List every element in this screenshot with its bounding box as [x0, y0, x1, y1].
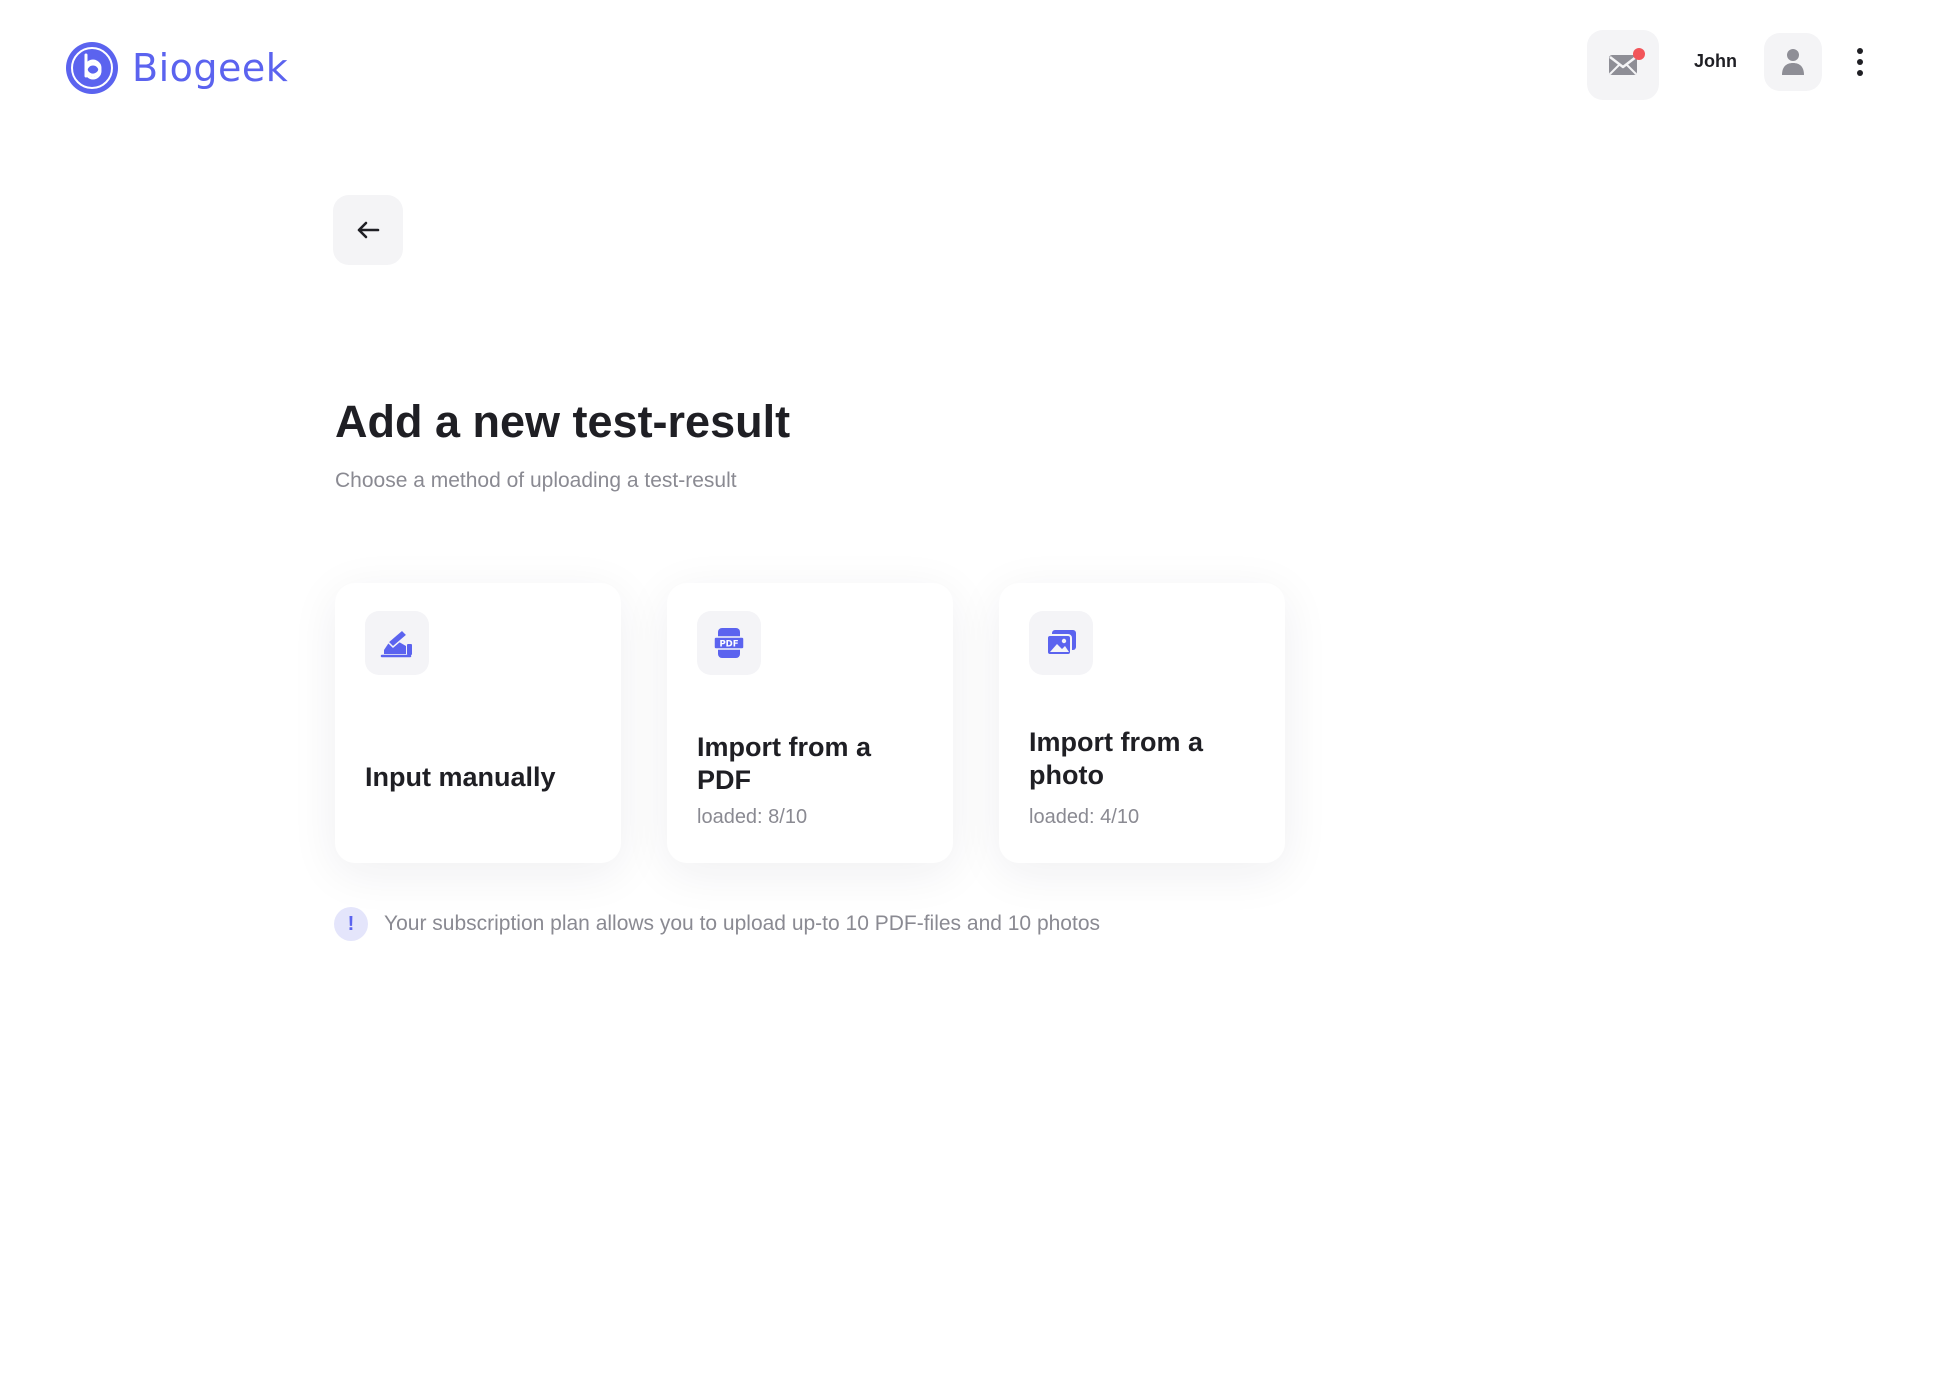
avatar-button[interactable] [1764, 33, 1822, 91]
card-icon-box: PDF [697, 611, 761, 675]
back-button[interactable] [333, 195, 403, 265]
arrow-left-icon [357, 221, 380, 239]
card-loaded-count: loaded: 8/10 [697, 806, 808, 828]
card-title: Import from a PDF [697, 732, 872, 795]
subscription-note-text: Your subscription plan allows you to upl… [384, 912, 1100, 935]
card-icon-box [1029, 611, 1093, 675]
page-subtitle: Choose a method of uploading a test-resu… [335, 469, 737, 492]
more-vertical-icon [1857, 48, 1863, 76]
exclamation-icon: ! [334, 907, 368, 941]
logo-text: Biogeek [132, 46, 289, 90]
pdf-file-icon: PDF [713, 628, 745, 658]
subscription-note: ! Your subscription plan allows you to u… [334, 907, 1100, 941]
input-manually-card[interactable]: Input manually [335, 583, 621, 863]
page: Biogeek John Add a new test-result Choos… [0, 0, 1934, 1400]
logo[interactable]: Biogeek [64, 40, 288, 96]
more-menu-button[interactable] [1846, 42, 1874, 82]
card-title: Input manually [365, 762, 556, 792]
messages-button[interactable] [1587, 30, 1659, 100]
card-title: Import from a photo [1029, 727, 1204, 790]
import-photo-card[interactable]: Import from a photo loaded: 4/10 [999, 583, 1285, 863]
svg-text:PDF: PDF [719, 640, 738, 650]
photo-gallery-icon [1046, 630, 1076, 656]
card-icon-box [365, 611, 429, 675]
page-title: Add a new test-result [335, 396, 791, 447]
hand-writing-icon [380, 628, 412, 658]
notification-dot [1633, 48, 1645, 60]
card-loaded-count: loaded: 4/10 [1029, 806, 1140, 828]
biogeek-logo-icon [66, 42, 118, 94]
user-name[interactable]: John [1694, 51, 1737, 72]
import-pdf-card[interactable]: PDF Import from a PDF loaded: 8/10 [667, 583, 953, 863]
user-icon [1782, 49, 1804, 75]
